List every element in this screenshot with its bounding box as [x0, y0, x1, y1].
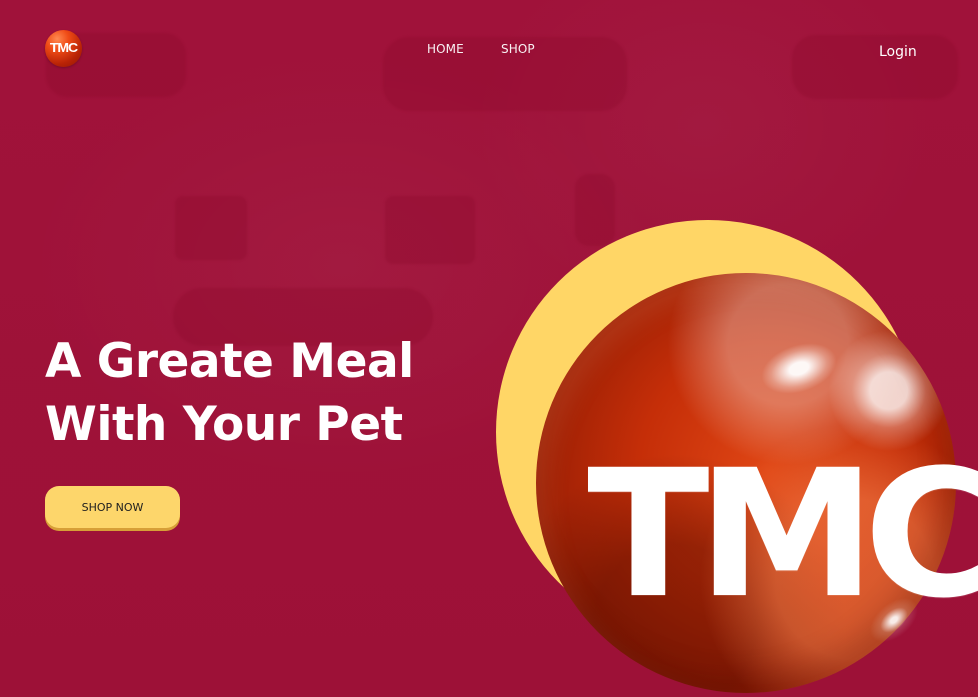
background-shape: [385, 196, 475, 264]
tmc-logo-text: TMC: [587, 432, 978, 637]
tmc-logo-mark: TMC: [587, 447, 978, 623]
hero-headline-line-1: A Greate Meal: [45, 334, 414, 389]
login-link[interactable]: Login: [879, 44, 917, 60]
top-navigation: TMC HOME SHOP Login: [0, 0, 978, 90]
nav-home-link[interactable]: HOME: [427, 42, 464, 56]
background-shape: [175, 196, 247, 260]
tmc-logo-icon[interactable]: TMC: [45, 30, 82, 67]
shop-now-button[interactable]: SHOP NOW: [45, 486, 180, 528]
nav-shop-link[interactable]: SHOP: [501, 42, 535, 56]
landing-page: TMC HOME SHOP Login A Greate Meal With Y…: [0, 0, 978, 697]
brand-logo-text: TMC: [49, 40, 78, 55]
hero-headline: A Greate Meal With Your Pet: [45, 330, 445, 456]
hero-logo-artwork: TMC: [495, 220, 978, 697]
tmc-sphere-icon: TMC: [536, 273, 978, 693]
hero-headline-line-2: With Your Pet: [45, 397, 403, 452]
sphere-highlight: [754, 334, 844, 403]
